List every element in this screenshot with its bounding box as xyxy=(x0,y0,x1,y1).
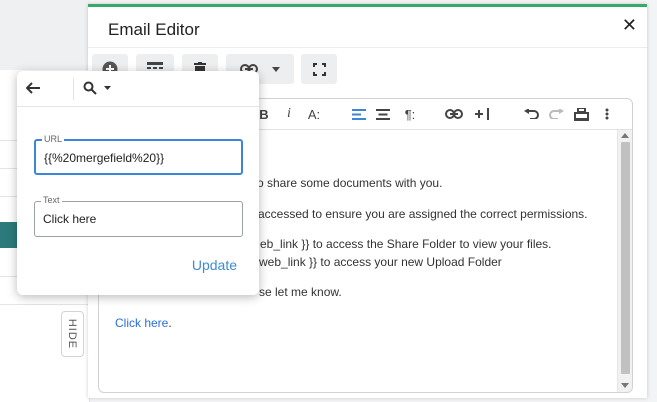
scroll-down-icon[interactable] xyxy=(621,383,629,388)
search-dropdown[interactable] xyxy=(83,81,111,95)
url-value: {{%20mergefield%20}} xyxy=(44,151,165,165)
font-size-icon[interactable]: A: xyxy=(305,105,323,123)
text-field[interactable]: Text Click here xyxy=(34,195,243,237)
body-line: se let me know. xyxy=(259,285,342,299)
click-here-link[interactable]: Click here xyxy=(115,316,168,330)
fullscreen-icon xyxy=(312,62,326,76)
url-field[interactable]: URL {{%20mergefield%20}} xyxy=(34,134,243,175)
background-header xyxy=(0,0,90,70)
print-icon[interactable] xyxy=(573,105,589,123)
link-icon[interactable] xyxy=(445,105,463,123)
align-left-icon[interactable] xyxy=(351,105,367,123)
bold-icon[interactable]: B xyxy=(257,105,271,123)
dropdown-caret-icon xyxy=(104,86,111,90)
body-line: eb_link }} to access the Share Folder to… xyxy=(260,237,552,251)
scroll-up-icon[interactable] xyxy=(621,133,629,138)
fullscreen-button[interactable] xyxy=(301,54,337,84)
body-line: web_link }} to access your new Upload Fo… xyxy=(259,255,502,269)
align-center-icon[interactable] xyxy=(375,105,391,123)
dialog-title: Email Editor xyxy=(108,20,200,39)
divider xyxy=(0,304,90,305)
more-vertical-icon[interactable] xyxy=(603,105,611,123)
body-link-line: Click here. xyxy=(115,316,172,330)
redo-icon[interactable] xyxy=(548,105,564,123)
update-button[interactable]: Update xyxy=(192,257,237,273)
scroll-thumb[interactable] xyxy=(621,142,630,374)
link-edit-popup: URL {{%20mergefield%20}} Text Click here… xyxy=(17,71,259,295)
hide-tab[interactable]: HIDE xyxy=(61,311,84,357)
popup-header xyxy=(17,71,259,107)
divider xyxy=(73,78,74,100)
insert-icon[interactable] xyxy=(472,105,490,123)
paragraph-icon[interactable]: ¶: xyxy=(401,105,419,123)
divider xyxy=(88,47,647,48)
text-label: Text xyxy=(41,195,62,205)
url-label: URL xyxy=(42,134,65,144)
link-suffix: . xyxy=(168,316,172,330)
back-arrow-icon[interactable] xyxy=(25,81,40,99)
hide-label: HIDE xyxy=(66,318,79,350)
undo-icon[interactable] xyxy=(523,105,539,123)
body-line: accessed to ensure you are assigned the … xyxy=(258,207,588,221)
scrollbar[interactable] xyxy=(617,130,632,392)
text-value: Click here xyxy=(43,212,97,226)
close-icon[interactable]: ✕ xyxy=(622,16,637,34)
search-icon xyxy=(83,81,97,95)
body-line: o share some documents with you. xyxy=(257,176,443,190)
italic-icon[interactable]: i xyxy=(283,105,295,123)
dropdown-caret-icon xyxy=(272,66,280,72)
